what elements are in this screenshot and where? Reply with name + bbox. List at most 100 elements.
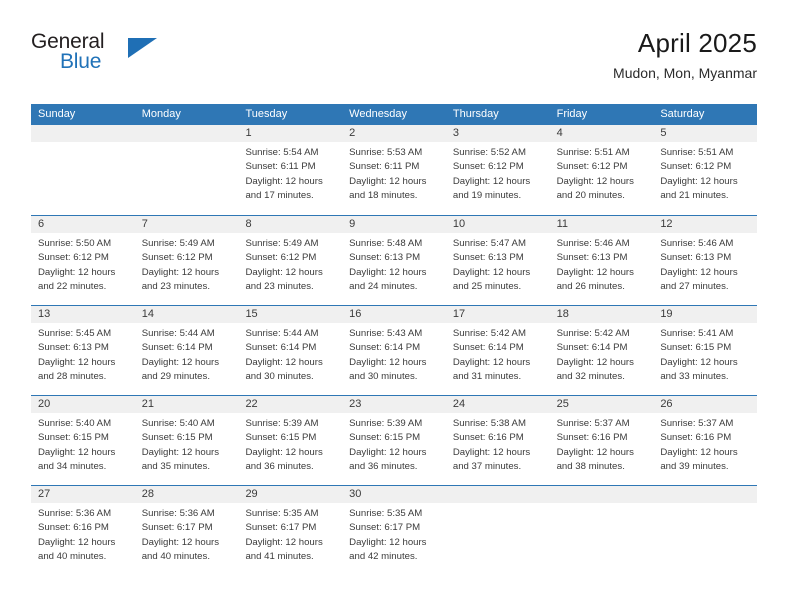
sunrise-text: Sunrise: 5:48 AM bbox=[349, 238, 423, 249]
day-details: Sunrise: 5:38 AM Sunset: 6:16 PM Daylight:… bbox=[446, 413, 550, 475]
daylight-text-line1: Daylight: 12 hours bbox=[349, 536, 427, 548]
calendar-day-cell[interactable]: 13 Sunrise: 5:45 AM Sunset: 6:13 PM Dayligh… bbox=[31, 306, 135, 395]
sunrise-text: Sunrise: 5:35 AM bbox=[349, 508, 423, 519]
calendar-day-cell[interactable]: 27 Sunrise: 5:36 AM Sunset: 6:16 PM Dayligh… bbox=[31, 486, 135, 575]
calendar-day-cell[interactable]: 6 Sunrise: 5:50 AM Sunset: 6:12 PM Daylight… bbox=[31, 216, 135, 305]
day-number: 1 bbox=[245, 127, 252, 139]
weekday-header-tuesday: Tuesday bbox=[245, 108, 288, 120]
calendar-day-cell[interactable]: 23 Sunrise: 5:39 AM Sunset: 6:15 PM Dayligh… bbox=[342, 396, 446, 485]
sunrise-text: Sunrise: 5:47 AM bbox=[452, 238, 526, 249]
day-number: 5 bbox=[660, 127, 667, 139]
day-details: Sunrise: 5:39 AM Sunset: 6:15 PM Daylight:… bbox=[238, 413, 342, 475]
sunset-text: Sunset: 6:16 PM bbox=[556, 432, 628, 444]
calendar-day-cell[interactable]: 28 Sunrise: 5:36 AM Sunset: 6:17 PM Dayligh… bbox=[134, 486, 239, 575]
calendar-day-cell[interactable]: 2 Sunrise: 5:53 AM Sunset: 6:11 PM Daylight… bbox=[342, 125, 446, 215]
day-details: Sunrise: 5:48 AM Sunset: 6:13 PM Daylight:… bbox=[342, 233, 446, 295]
title-block: April 2025 Mudon, Mon, Myanmar bbox=[613, 26, 757, 84]
day-number-band: 9 bbox=[342, 216, 446, 233]
daylight-text-line2: and 23 minutes. bbox=[245, 281, 314, 293]
sunrise-text: Sunrise: 5:49 AM bbox=[141, 238, 215, 249]
daylight-text-line2: and 31 minutes. bbox=[452, 371, 522, 383]
calendar-day-cell[interactable]: 12 Sunrise: 5:46 AM Sunset: 6:13 PM Dayligh… bbox=[653, 216, 758, 305]
calendar-day-cell[interactable]: 11 Sunrise: 5:46 AM Sunset: 6:13 PM Dayligh… bbox=[549, 216, 654, 305]
calendar-day-cell[interactable]: 8 Sunrise: 5:49 AM Sunset: 6:12 PM Daylight… bbox=[238, 216, 343, 305]
page-header: General Blue April 2025 Mudon, Mon, Myan… bbox=[31, 26, 757, 96]
calendar-day-cell[interactable]: 20 Sunrise: 5:40 AM Sunset: 6:15 PM Dayligh… bbox=[31, 396, 135, 485]
calendar-day-cell[interactable]: 16 Sunrise: 5:43 AM Sunset: 6:14 PM Dayligh… bbox=[342, 306, 446, 395]
day-details: Sunrise: 5:54 AM Sunset: 6:11 PM Daylight:… bbox=[238, 142, 342, 204]
calendar-day-cell[interactable]: 10 Sunrise: 5:47 AM Sunset: 6:13 PM Dayligh… bbox=[445, 216, 550, 305]
day-number: 19 bbox=[660, 308, 673, 320]
calendar-day-cell[interactable]: 15 Sunrise: 5:44 AM Sunset: 6:14 PM Dayligh… bbox=[238, 306, 343, 395]
sunrise-text: Sunrise: 5:40 AM bbox=[38, 418, 112, 429]
daylight-text-line2: and 39 minutes. bbox=[660, 461, 729, 473]
day-number-band: 3 bbox=[445, 125, 550, 142]
day-number: 18 bbox=[556, 308, 569, 320]
day-number: 13 bbox=[38, 308, 51, 320]
calendar-day-cell[interactable]: 18 Sunrise: 5:42 AM Sunset: 6:14 PM Dayligh… bbox=[549, 306, 654, 395]
sunrise-text: Sunrise: 5:39 AM bbox=[245, 418, 319, 429]
day-number-band: 29 bbox=[238, 486, 343, 503]
daylight-text-line1: Daylight: 12 hours bbox=[141, 536, 220, 548]
day-number-band: 28 bbox=[134, 486, 239, 503]
day-number-band: 8 bbox=[238, 216, 343, 233]
sunrise-text: Sunrise: 5:35 AM bbox=[245, 508, 319, 519]
day-number-band bbox=[445, 486, 550, 503]
sunset-text: Sunset: 6:13 PM bbox=[349, 252, 421, 264]
daylight-text-line2: and 22 minutes. bbox=[38, 281, 107, 293]
sunset-text: Sunset: 6:13 PM bbox=[556, 252, 628, 264]
weekday-header-wednesday: Wednesday bbox=[349, 108, 408, 120]
daylight-text-line1: Daylight: 12 hours bbox=[245, 356, 323, 368]
daylight-text-line1: Daylight: 12 hours bbox=[245, 446, 323, 458]
day-number: 22 bbox=[245, 398, 258, 410]
daylight-text-line1: Daylight: 12 hours bbox=[556, 446, 634, 458]
weekday-header-thursday: Thursday bbox=[452, 108, 499, 120]
day-details: Sunrise: 5:51 AM Sunset: 6:12 PM Daylight:… bbox=[550, 142, 654, 204]
calendar-day-cell[interactable]: 29 Sunrise: 5:35 AM Sunset: 6:17 PM Dayligh… bbox=[238, 486, 343, 575]
calendar-day-cell[interactable]: 4 Sunrise: 5:51 AM Sunset: 6:12 PM Daylight… bbox=[549, 125, 654, 215]
day-details: Sunrise: 5:51 AM Sunset: 6:12 PM Daylight:… bbox=[653, 142, 757, 204]
calendar-day-cell[interactable]: 9 Sunrise: 5:48 AM Sunset: 6:13 PM Daylight… bbox=[342, 216, 446, 305]
calendar-day-cell[interactable]: 14 Sunrise: 5:44 AM Sunset: 6:14 PM Dayligh… bbox=[134, 306, 239, 395]
calendar-day-cell[interactable]: 26 Sunrise: 5:37 AM Sunset: 6:16 PM Dayligh… bbox=[653, 396, 758, 485]
calendar-day-cell[interactable]: 19 Sunrise: 5:41 AM Sunset: 6:15 PM Dayligh… bbox=[653, 306, 758, 395]
brand-name-blue: Blue bbox=[60, 50, 102, 73]
daylight-text-line2: and 17 minutes. bbox=[245, 190, 314, 202]
daylight-text-line2: and 18 minutes. bbox=[349, 190, 418, 202]
sunrise-text: Sunrise: 5:44 AM bbox=[245, 328, 319, 339]
day-number-band: 26 bbox=[653, 396, 758, 413]
sunset-text: Sunset: 6:13 PM bbox=[38, 342, 109, 354]
day-number-band: 14 bbox=[134, 306, 239, 323]
calendar-day-cell-empty bbox=[445, 486, 550, 575]
sunset-text: Sunset: 6:13 PM bbox=[452, 252, 524, 264]
day-number-band: 7 bbox=[134, 216, 239, 233]
day-details: Sunrise: 5:40 AM Sunset: 6:15 PM Daylight:… bbox=[135, 413, 239, 475]
sunset-text: Sunset: 6:12 PM bbox=[38, 252, 109, 264]
daylight-text-line2: and 32 minutes. bbox=[556, 371, 625, 383]
calendar-day-cell[interactable]: 7 Sunrise: 5:49 AM Sunset: 6:12 PM Daylight… bbox=[134, 216, 239, 305]
day-number: 27 bbox=[38, 488, 51, 500]
sunset-text: Sunset: 6:12 PM bbox=[141, 252, 213, 264]
day-details: Sunrise: 5:37 AM Sunset: 6:16 PM Daylight:… bbox=[550, 413, 654, 475]
calendar-day-cell[interactable]: 3 Sunrise: 5:52 AM Sunset: 6:12 PM Daylight… bbox=[445, 125, 550, 215]
calendar-day-cell[interactable]: 21 Sunrise: 5:40 AM Sunset: 6:15 PM Dayligh… bbox=[134, 396, 239, 485]
calendar-week-row: 1 Sunrise: 5:54 AM Sunset: 6:11 PM Daylight… bbox=[31, 125, 758, 215]
page-title: April 2025 bbox=[637, 28, 757, 58]
calendar-day-cell[interactable]: 22 Sunrise: 5:39 AM Sunset: 6:15 PM Dayligh… bbox=[238, 396, 343, 485]
day-number: 24 bbox=[452, 398, 466, 410]
calendar-day-cell[interactable]: 1 Sunrise: 5:54 AM Sunset: 6:11 PM Daylight… bbox=[238, 125, 343, 215]
daylight-text-line1: Daylight: 12 hours bbox=[38, 266, 116, 278]
day-number: 26 bbox=[660, 398, 673, 410]
calendar-day-cell[interactable]: 30 Sunrise: 5:35 AM Sunset: 6:17 PM Dayligh… bbox=[342, 486, 446, 575]
day-details: Sunrise: 5:46 AM Sunset: 6:13 PM Daylight:… bbox=[550, 233, 654, 295]
daylight-text-line2: and 36 minutes. bbox=[245, 461, 314, 473]
day-number: 16 bbox=[349, 308, 362, 320]
calendar-day-cell[interactable]: 24 Sunrise: 5:38 AM Sunset: 6:16 PM Dayligh… bbox=[445, 396, 550, 485]
calendar-week-row: 20 Sunrise: 5:40 AM Sunset: 6:15 PM Dayligh… bbox=[31, 395, 758, 485]
day-number-band: 20 bbox=[31, 396, 135, 413]
brand-logo[interactable]: General Blue bbox=[31, 30, 161, 86]
calendar-day-cell[interactable]: 17 Sunrise: 5:42 AM Sunset: 6:14 PM Dayligh… bbox=[445, 306, 550, 395]
calendar-day-cell[interactable]: 25 Sunrise: 5:37 AM Sunset: 6:16 PM Dayligh… bbox=[549, 396, 654, 485]
calendar-grid: Sunday Monday Tuesday Wednesday Thursday Frid… bbox=[31, 104, 758, 575]
calendar-day-cell[interactable]: 5 Sunrise: 5:51 AM Sunset: 6:12 PM Daylight… bbox=[653, 125, 758, 215]
